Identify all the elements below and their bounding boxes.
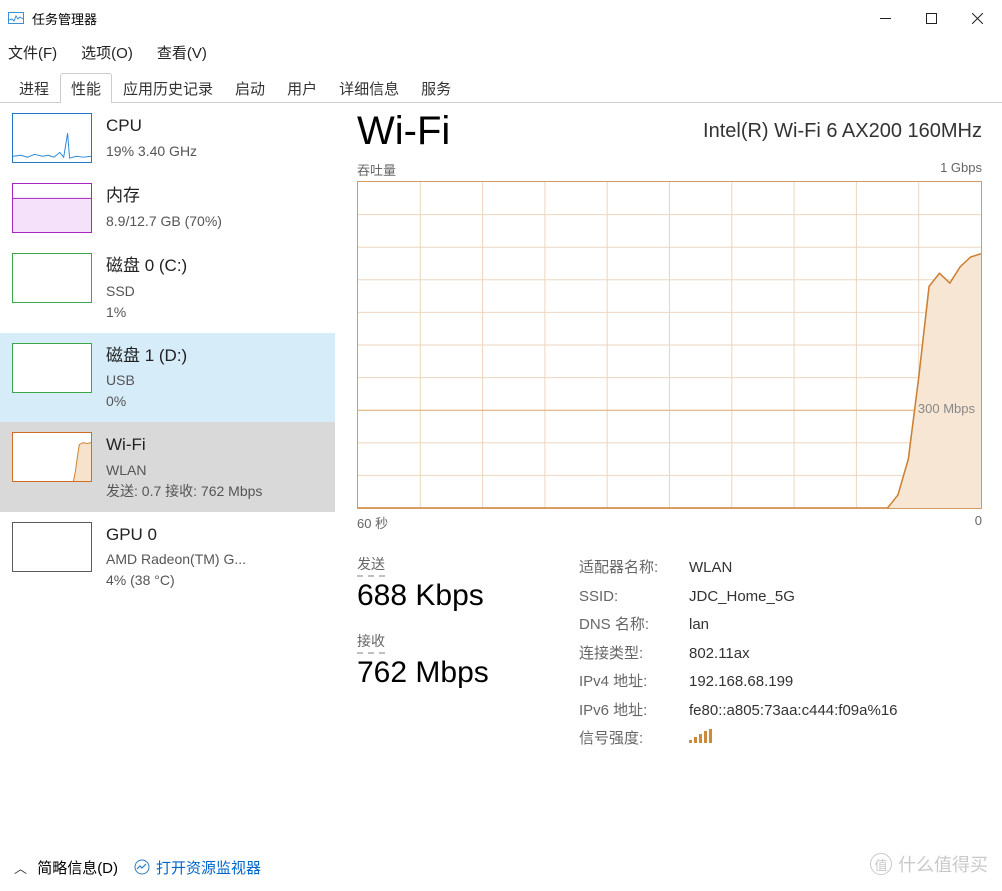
menubar: 文件(F) 选项(O) 查看(V) [0,36,1002,73]
tabstrip: 进程 性能 应用历史记录 启动 用户 详细信息 服务 [0,73,1002,103]
memory-title: 内存 [106,183,222,209]
disk0-sub2: 1% [106,302,187,323]
prop-dns-v: lan [689,611,898,640]
page-title: Wi-Fi [357,109,450,154]
cpu-thumb-icon [12,113,92,163]
prop-ipv4-k: IPv4 地址: [579,668,689,697]
watermark: 值 什么值得买 [870,851,988,877]
signal-bars-icon [689,729,712,743]
tab-services[interactable]: 服务 [410,73,462,103]
open-resource-monitor-link[interactable]: 打开资源监视器 [134,857,261,878]
window-title: 任务管理器 [32,9,97,28]
sidebar-item-cpu[interactable]: CPU 19% 3.40 GHz [0,103,335,173]
disk0-thumb-icon [12,253,92,303]
wifi-sub2: 发送: 0.7 接收: 762 Mbps [106,481,262,502]
sidebar-item-gpu[interactable]: GPU 0 AMD Radeon(TM) G... 4% (38 °C) [0,512,335,602]
sidebar-item-wifi[interactable]: Wi-Fi WLAN 发送: 0.7 接收: 762 Mbps [0,422,335,512]
send-label: 发送 [357,554,385,577]
sidebar-item-disk1[interactable]: 磁盘 1 (D:) USB 0% [0,333,335,423]
chart-ref-label: 300 Mbps [918,401,975,416]
tab-performance[interactable]: 性能 [60,73,112,103]
chart-ylabel: 吞吐量 [357,160,396,179]
prop-adapter-v: WLAN [689,554,898,583]
gpu-sub2: 4% (38 °C) [106,570,246,591]
recv-value: 762 Mbps [357,656,547,690]
memory-sub: 8.9/12.7 GB (70%) [106,211,222,232]
watermark-text: 什么值得买 [898,851,988,877]
menu-options[interactable]: 选项(O) [81,42,133,63]
titlebar: 任务管理器 [0,0,1002,36]
watermark-icon: 值 [870,853,892,875]
gpu-thumb-icon [12,522,92,572]
chart-xright: 0 [975,513,982,532]
tab-processes[interactable]: 进程 [8,73,60,103]
main-panel: Wi-Fi Intel(R) Wi-Fi 6 AX200 160MHz 吞吐量 … [335,103,1002,836]
prop-ipv6-k: IPv6 地址: [579,697,689,726]
close-button[interactable] [954,1,1000,35]
prop-ssid-k: SSID: [579,583,689,612]
disk0-sub1: SSD [106,281,187,302]
prop-ipv4-v: 192.168.68.199 [689,668,898,697]
recv-label: 接收 [357,631,385,654]
maximize-button[interactable] [908,1,954,35]
disk1-sub1: USB [106,370,187,391]
wifi-sub1: WLAN [106,460,262,481]
footer: ︿ 简略信息(D) 打开资源监视器 [0,843,1002,891]
gpu-sub1: AMD Radeon(TM) G... [106,549,246,570]
cpu-title: CPU [106,113,197,139]
chart-ymax: 1 Gbps [940,160,982,179]
throughput-chart: 300 Mbps [357,181,982,509]
cpu-sub: 19% 3.40 GHz [106,141,197,162]
sidebar-item-disk0[interactable]: 磁盘 0 (C:) SSD 1% [0,243,335,333]
wifi-thumb-icon [12,432,92,482]
disk1-sub2: 0% [106,391,187,412]
menu-file[interactable]: 文件(F) [8,42,57,63]
prop-conn-v: 802.11ax [689,640,898,669]
sidebar: CPU 19% 3.40 GHz 内存 8.9/12.7 GB (70%) 磁盘… [0,103,335,836]
sidebar-item-memory[interactable]: 内存 8.9/12.7 GB (70%) [0,173,335,243]
tab-users[interactable]: 用户 [276,73,328,103]
disk1-title: 磁盘 1 (D:) [106,343,187,369]
prop-ipv6-v: fe80::a805:73aa:c444:f09a%16 [689,697,898,726]
prop-conn-k: 连接类型: [579,640,689,669]
prop-ssid-v: JDC_Home_5G [689,583,898,612]
disk0-title: 磁盘 0 (C:) [106,253,187,279]
properties-table: 适配器名称:WLAN SSID:JDC_Home_5G DNS 名称:lan 连… [579,554,898,754]
tab-app-history[interactable]: 应用历史记录 [112,73,224,103]
tab-startup[interactable]: 启动 [224,73,276,103]
send-value: 688 Kbps [357,579,547,613]
wifi-title: Wi-Fi [106,432,262,458]
app-icon [8,10,24,26]
adapter-name: Intel(R) Wi-Fi 6 AX200 160MHz [703,120,982,143]
gpu-title: GPU 0 [106,522,246,548]
tab-details[interactable]: 详细信息 [328,73,410,103]
fewer-details-button[interactable]: ︿ 简略信息(D) [14,857,118,878]
chevron-up-icon: ︿ [14,861,27,876]
memory-thumb-icon [12,183,92,233]
disk1-thumb-icon [12,343,92,393]
menu-view[interactable]: 查看(V) [157,42,207,63]
prop-signal-k: 信号强度: [579,725,689,754]
chart-xleft: 60 秒 [357,513,388,532]
prop-dns-k: DNS 名称: [579,611,689,640]
resource-monitor-icon [134,859,150,875]
minimize-button[interactable] [862,1,908,35]
prop-adapter-k: 适配器名称: [579,554,689,583]
